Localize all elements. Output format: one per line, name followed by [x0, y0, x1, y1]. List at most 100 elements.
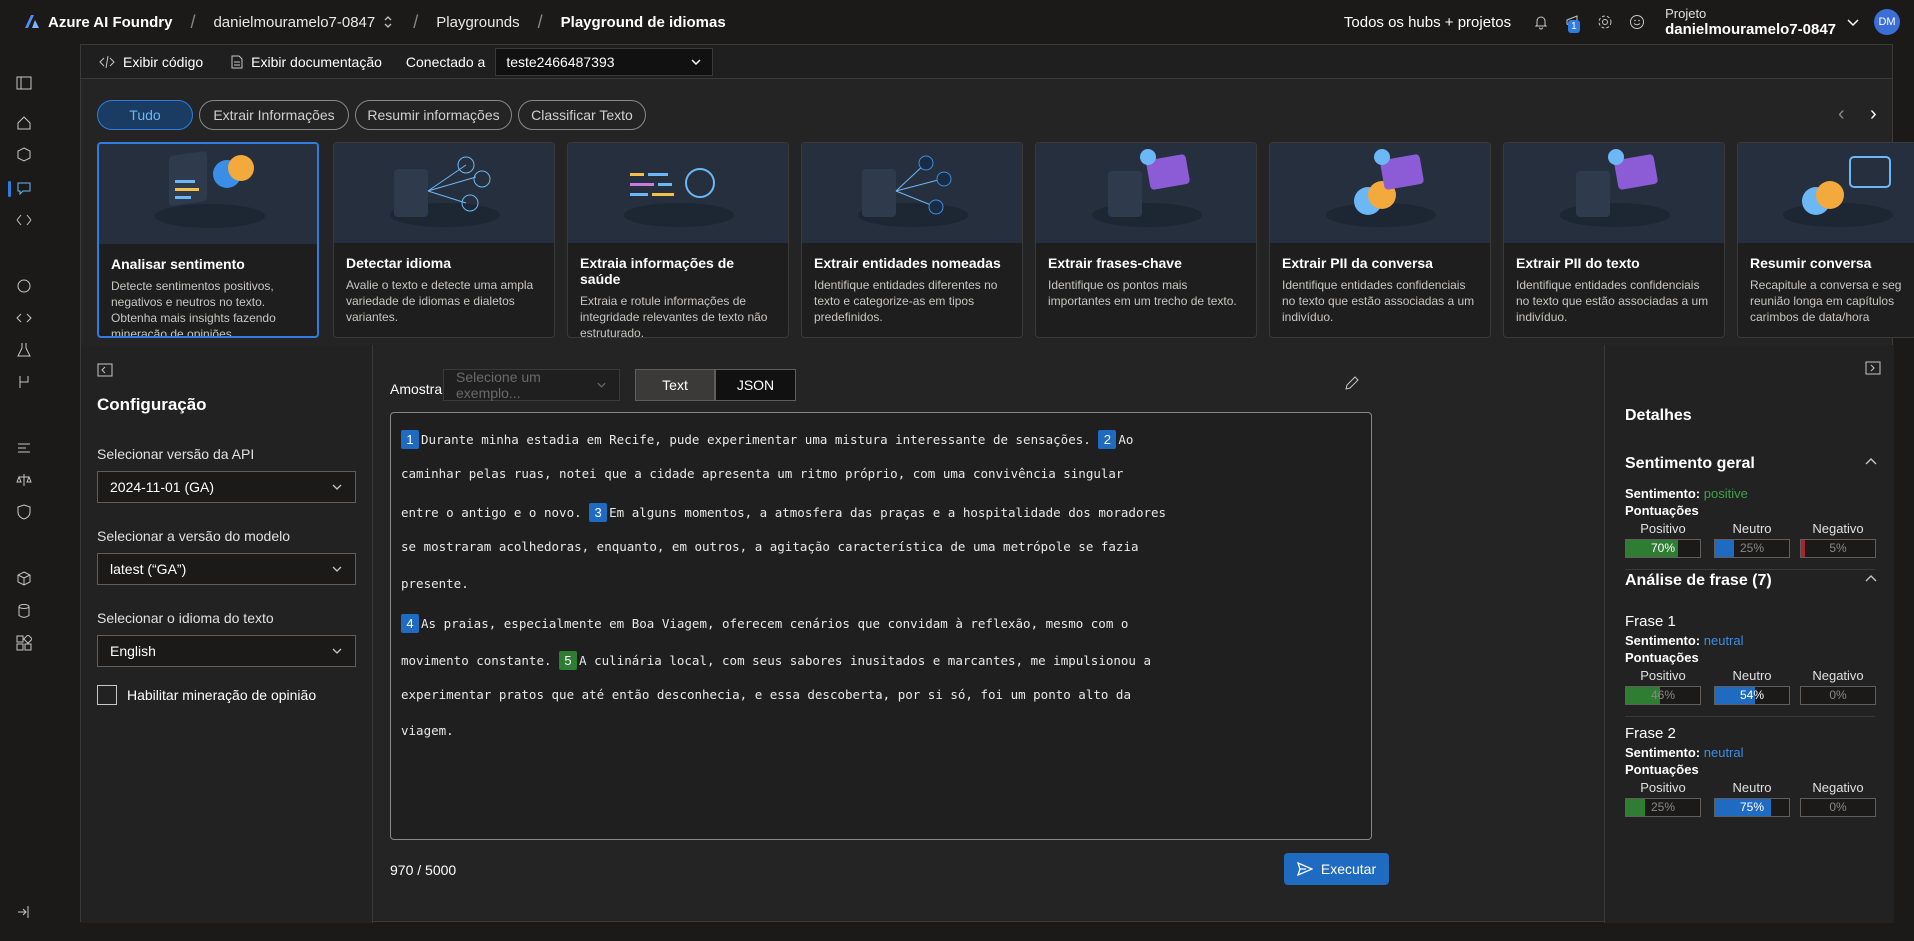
neutral-column-label: Neutro	[1732, 521, 1772, 536]
text-language-dropdown[interactable]: English	[97, 635, 356, 667]
feedback-smiley-icon[interactable]	[1626, 11, 1648, 33]
finetune-icon[interactable]	[15, 277, 33, 295]
agents-icon[interactable]	[15, 211, 33, 229]
card-description: Recapitule a conversa e seg reunião long…	[1750, 278, 1902, 324]
announcement-icon[interactable]: 1	[1562, 11, 1584, 33]
chevron-down-icon	[332, 566, 342, 572]
section-divider	[1625, 569, 1875, 570]
code-icon[interactable]	[15, 309, 33, 327]
database-icon[interactable]	[15, 602, 33, 620]
tab-text[interactable]: Text	[635, 369, 715, 401]
sample-dropdown[interactable]: Selecione um exemplo...	[443, 369, 620, 401]
scores-label: Pontuações	[1625, 650, 1699, 665]
card-title: Resumir conversa	[1750, 255, 1872, 271]
model-version-dropdown[interactable]: latest (“GA”)	[97, 553, 356, 585]
breadcrumb-playgrounds[interactable]: Playgrounds	[436, 14, 519, 31]
flask-icon[interactable]	[15, 341, 33, 359]
phrase-sentiment-row: Sentimento: neutral	[1625, 633, 1744, 648]
sign-out-icon[interactable]	[15, 903, 33, 921]
expand-panel-icon[interactable]	[1865, 361, 1881, 378]
run-button[interactable]: Executar	[1284, 853, 1389, 885]
scenario-card-key-phrases[interactable]: Extrair frases-chave Identifique os pont…	[1035, 142, 1257, 338]
breadcrumb-separator: /	[537, 11, 543, 32]
apps-icon[interactable]	[15, 634, 33, 652]
filter-chip-summarize[interactable]: Resumir informações	[355, 100, 512, 130]
filter-chip-classify[interactable]: Classificar Texto	[518, 100, 646, 130]
chevron-left-icon[interactable]: ‹	[1838, 103, 1845, 126]
chevron-up-icon[interactable]	[1864, 455, 1878, 472]
phrase-neutral-bar: 54%	[1714, 686, 1790, 705]
model-catalog-icon[interactable]	[15, 146, 33, 164]
filter-chip-extract[interactable]: Extrair Informações	[199, 100, 349, 130]
avatar[interactable]: DM	[1874, 9, 1900, 35]
collapse-nav-icon[interactable]	[15, 74, 33, 92]
card-title: Extrair PII da conversa	[1282, 255, 1433, 271]
scenario-card-summarize-conversation[interactable]: Resumir conversa Recapitule a conversa e…	[1737, 142, 1914, 338]
shield-icon[interactable]	[15, 503, 33, 521]
view-docs-button[interactable]: Exibir documentação	[231, 54, 382, 70]
filter-chip-all[interactable]: Tudo	[97, 100, 193, 130]
scores-label: Pontuações	[1625, 762, 1699, 777]
card-title: Detectar idioma	[346, 255, 452, 271]
phrase-negative-bar: 0%	[1800, 798, 1876, 817]
connection-dropdown[interactable]: teste2466487393	[495, 47, 714, 76]
opinion-mining-checkbox[interactable]: Habilitar mineração de opinião	[97, 685, 316, 705]
card-title: Analisar sentimento	[111, 256, 245, 272]
bell-icon[interactable]	[1530, 11, 1552, 33]
sentiment-label: Sentimento:	[1625, 486, 1701, 501]
gear-icon[interactable]	[1594, 11, 1616, 33]
language-illustration	[334, 143, 554, 243]
overall-positive-bar: 70%	[1625, 539, 1701, 558]
details-panel: Detalhes Sentimento geral Sentimento: po…	[1604, 345, 1894, 923]
playground-chat-icon[interactable]	[15, 179, 33, 197]
prompt-flow-icon[interactable]	[15, 373, 33, 391]
breadcrumb-separator: /	[413, 11, 419, 32]
phrase-analysis-header[interactable]: Análise de frase (7)	[1625, 572, 1772, 590]
chevron-right-icon[interactable]: ›	[1870, 103, 1877, 126]
card-title: Extrair frases-chave	[1048, 255, 1182, 271]
home-icon[interactable]	[15, 114, 33, 132]
overall-sentiment-row: Sentimento: positive	[1625, 486, 1748, 501]
view-code-button[interactable]: Exibir código	[99, 54, 203, 70]
negative-column-label: Negativo	[1812, 780, 1864, 795]
tab-json[interactable]: JSON	[715, 369, 796, 401]
text-segment: Ao	[1118, 432, 1134, 447]
scenario-card-health[interactable]: Extraia informações de saúde Extraia e r…	[567, 142, 789, 338]
scenario-card-sentiment[interactable]: Analisar sentimento Detecte sentimentos …	[97, 142, 319, 338]
chevron-up-icon[interactable]	[1864, 572, 1878, 589]
app-logo[interactable]: Azure AI Foundry	[24, 14, 172, 31]
overall-sentiment-header[interactable]: Sentimento geral	[1625, 455, 1755, 473]
project-selector[interactable]: Projeto danielmouramelo7-0847	[1665, 6, 1836, 38]
text-line: experimentar pratos que até então descon…	[401, 687, 1131, 702]
scale-icon[interactable]	[15, 471, 33, 489]
bar-value: 0%	[1829, 688, 1847, 702]
view-docs-label: Exibir documentação	[251, 53, 382, 70]
document-icon	[231, 55, 243, 68]
cube-icon[interactable]	[15, 570, 33, 588]
chevron-down-icon[interactable]	[1846, 15, 1860, 29]
tracing-icon[interactable]	[15, 439, 33, 457]
api-version-dropdown[interactable]: 2024-11-01 (GA)	[97, 471, 356, 503]
edit-pencil-icon[interactable]	[1344, 375, 1360, 394]
pii-text-illustration	[1504, 143, 1724, 243]
checkbox-box[interactable]	[97, 685, 117, 705]
model-version-label: Selecionar a versão do modelo	[97, 528, 291, 544]
details-title: Detalhes	[1625, 407, 1692, 424]
collapse-panel-icon[interactable]	[97, 363, 113, 380]
text-editor[interactable]: 1 Durante minha estadia em Recife, pude e…	[390, 412, 1372, 840]
updown-chevron-icon	[384, 16, 392, 28]
scenario-card-ner[interactable]: Extrair entidades nomeadas Identifique e…	[801, 142, 1023, 338]
overall-negative-bar: 5%	[1800, 539, 1876, 558]
text-language-label: Selecionar o idioma do texto	[97, 610, 274, 626]
scenario-card-language[interactable]: Detectar idioma Avalie o texto e detecte…	[333, 142, 555, 338]
scenario-card-pii-conversation[interactable]: Extrair PII da conversa Identifique enti…	[1269, 142, 1491, 338]
breadcrumb-project[interactable]: danielmouramelo7-0847	[213, 14, 395, 31]
summarize-conversation-illustration	[1738, 143, 1914, 243]
text-segment: entre o antigo e o novo.	[401, 505, 582, 520]
neutral-column-label: Neutro	[1732, 668, 1772, 683]
sentiment-value: neutral	[1703, 633, 1744, 648]
neutral-column-label: Neutro	[1732, 780, 1772, 795]
scenario-card-pii-text[interactable]: Extrair PII do texto Identifique entidad…	[1503, 142, 1725, 338]
sample-placeholder: Selecione um exemplo...	[456, 369, 541, 401]
all-hubs-link[interactable]: Todos os hubs + projetos	[1344, 14, 1511, 31]
